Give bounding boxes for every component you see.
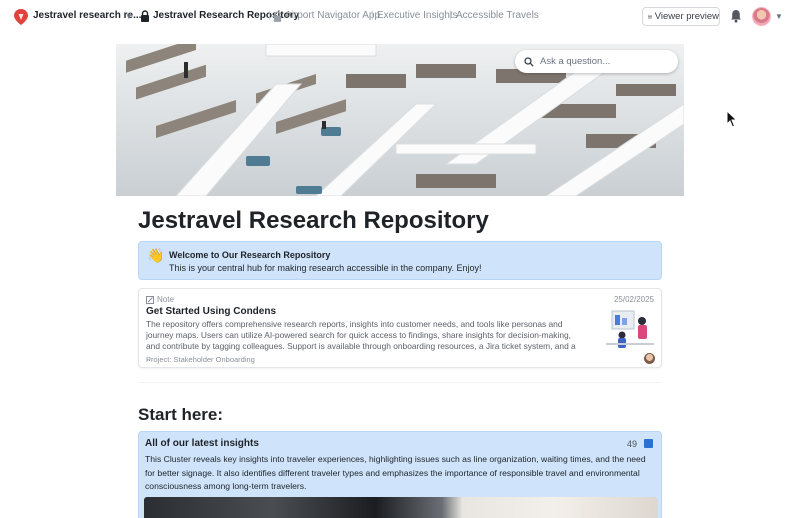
ask-question-search[interactable] bbox=[515, 50, 678, 73]
divider bbox=[138, 382, 662, 383]
mouse-cursor-icon bbox=[726, 110, 738, 128]
note-edit-icon bbox=[146, 295, 154, 304]
search-input[interactable] bbox=[540, 56, 660, 67]
viewer-preview-label: Viewer preview bbox=[654, 11, 719, 22]
note-title[interactable]: Get Started Using Condens bbox=[146, 306, 276, 317]
chevron-down-icon[interactable]: ▼ bbox=[125, 12, 133, 21]
callout-text: This is your central hub for making rese… bbox=[169, 263, 482, 273]
lock-icon bbox=[273, 11, 282, 22]
breadcrumb-item-airport-navigator[interactable]: Airport Navigator App bbox=[285, 10, 380, 21]
callout-title: Welcome to Our Research Repository bbox=[169, 250, 331, 260]
cluster-image bbox=[144, 497, 658, 518]
breadcrumb-item-executive-insights[interactable]: Executive Insights bbox=[377, 10, 458, 21]
note-card[interactable]: Note 25/02/2025 Get Started Using Conden… bbox=[138, 288, 662, 368]
eye-icon bbox=[648, 14, 652, 19]
bell-icon[interactable] bbox=[730, 9, 742, 23]
breadcrumb-separator: | bbox=[371, 10, 374, 21]
note-date: 25/02/2025 bbox=[613, 295, 654, 304]
logo-icon[interactable] bbox=[14, 9, 28, 25]
breadcrumb-separator: | bbox=[449, 10, 452, 21]
page-title: Jestravel Research Repository bbox=[138, 207, 489, 234]
start-here-heading: Start here: bbox=[138, 405, 224, 424]
note-type: Note bbox=[146, 295, 174, 304]
top-bar: Jestravel research re... ▼ Jestravel Res… bbox=[0, 0, 800, 33]
lock-icon bbox=[141, 10, 149, 22]
viewer-preview-button[interactable]: Viewer preview bbox=[642, 7, 720, 26]
cluster-count: 49 bbox=[626, 439, 637, 449]
avatar[interactable] bbox=[644, 353, 655, 364]
note-type-label: Note bbox=[157, 295, 174, 304]
cluster-title[interactable]: All of our latest insights bbox=[145, 438, 259, 449]
insights-cluster-card[interactable]: All of our latest insights 49 This Clust… bbox=[138, 431, 662, 518]
breadcrumb-separator: | bbox=[268, 10, 271, 21]
note-project: Project: Stakeholder Onboarding bbox=[146, 355, 255, 364]
cluster-description: This Cluster reveals key insights into t… bbox=[145, 454, 646, 492]
team-illustration bbox=[606, 310, 654, 348]
breadcrumb-item-accessible-travels[interactable]: Accessible Travels bbox=[456, 10, 539, 21]
welcome-callout: 👋 Welcome to Our Research Repository Thi… bbox=[138, 241, 662, 280]
search-icon bbox=[524, 56, 534, 67]
cluster-icon bbox=[644, 439, 653, 448]
avatar[interactable] bbox=[752, 7, 771, 26]
waving-hand-icon: 👋 bbox=[147, 247, 165, 263]
chevron-down-icon[interactable]: ▼ bbox=[775, 12, 783, 21]
note-project-label: Project: bbox=[146, 355, 172, 364]
note-project-name[interactable]: Stakeholder Onboarding bbox=[174, 355, 255, 364]
